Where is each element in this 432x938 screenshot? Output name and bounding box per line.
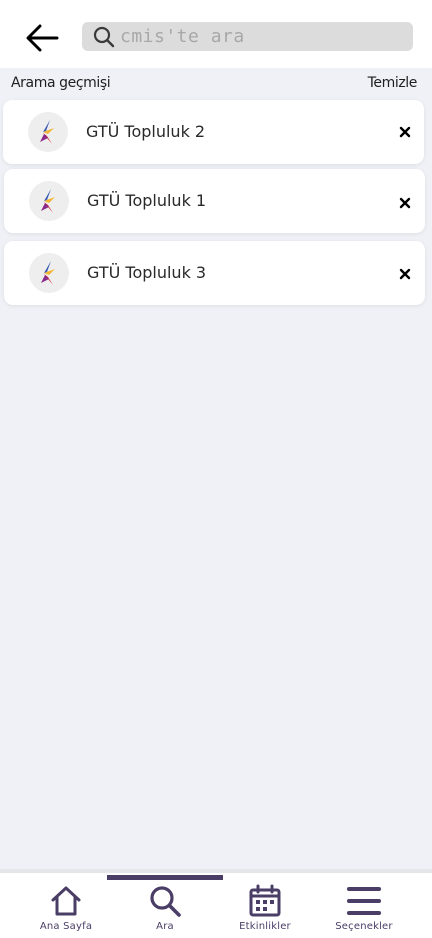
close-icon[interactable] xyxy=(395,193,415,213)
history-title: Arama geçmişi xyxy=(11,75,111,91)
nav-item-options[interactable]: Seçenekler xyxy=(314,873,414,938)
search-input[interactable] xyxy=(120,22,405,51)
history-header: Arama geçmişi Temizle xyxy=(11,72,417,94)
calendar-icon xyxy=(249,884,281,917)
community-logo xyxy=(29,181,69,221)
history-item[interactable]: GTÜ Topluluk 3 xyxy=(4,241,425,305)
nav-item-home[interactable]: Ana Sayfa xyxy=(16,873,116,938)
close-icon[interactable] xyxy=(395,264,415,284)
search-icon xyxy=(150,886,181,917)
nav-label-options: Seçenekler xyxy=(335,921,393,932)
back-button[interactable] xyxy=(22,18,62,58)
history-item[interactable]: GTÜ Topluluk 2 xyxy=(3,100,424,164)
logo-icon xyxy=(41,261,55,285)
app-root: Arama geçmişi Temizle GTÜ Topluluk 2 xyxy=(0,0,432,938)
history-item-label: GTÜ Topluluk 3 xyxy=(87,263,207,282)
community-logo xyxy=(29,253,69,293)
clear-history-button[interactable]: Temizle xyxy=(368,75,418,91)
top-bar xyxy=(0,0,432,68)
community-logo xyxy=(28,112,68,152)
menu-icon xyxy=(347,887,381,915)
search-bar[interactable] xyxy=(82,22,413,51)
nav-item-events[interactable]: Etkinlikler xyxy=(215,873,315,938)
history-item[interactable]: GTÜ Topluluk 1 xyxy=(4,169,425,233)
nav-label-home: Ana Sayfa xyxy=(39,921,93,932)
bottom-nav: Ana Sayfa Ara Etkinlikler Seçenekler xyxy=(0,873,432,938)
nav-label-search: Ara xyxy=(156,921,174,932)
nav-label-events: Etkinlikler xyxy=(239,921,291,932)
search-icon xyxy=(93,26,115,48)
history-item-label: GTÜ Topluluk 2 xyxy=(86,122,206,141)
logo-icon xyxy=(40,120,54,144)
arrow-left-icon xyxy=(26,24,59,52)
nav-item-search[interactable]: Ara xyxy=(115,873,215,938)
logo-icon xyxy=(41,189,55,213)
close-icon[interactable] xyxy=(395,122,415,142)
home-icon xyxy=(51,886,81,916)
history-item-label: GTÜ Topluluk 1 xyxy=(87,191,207,210)
